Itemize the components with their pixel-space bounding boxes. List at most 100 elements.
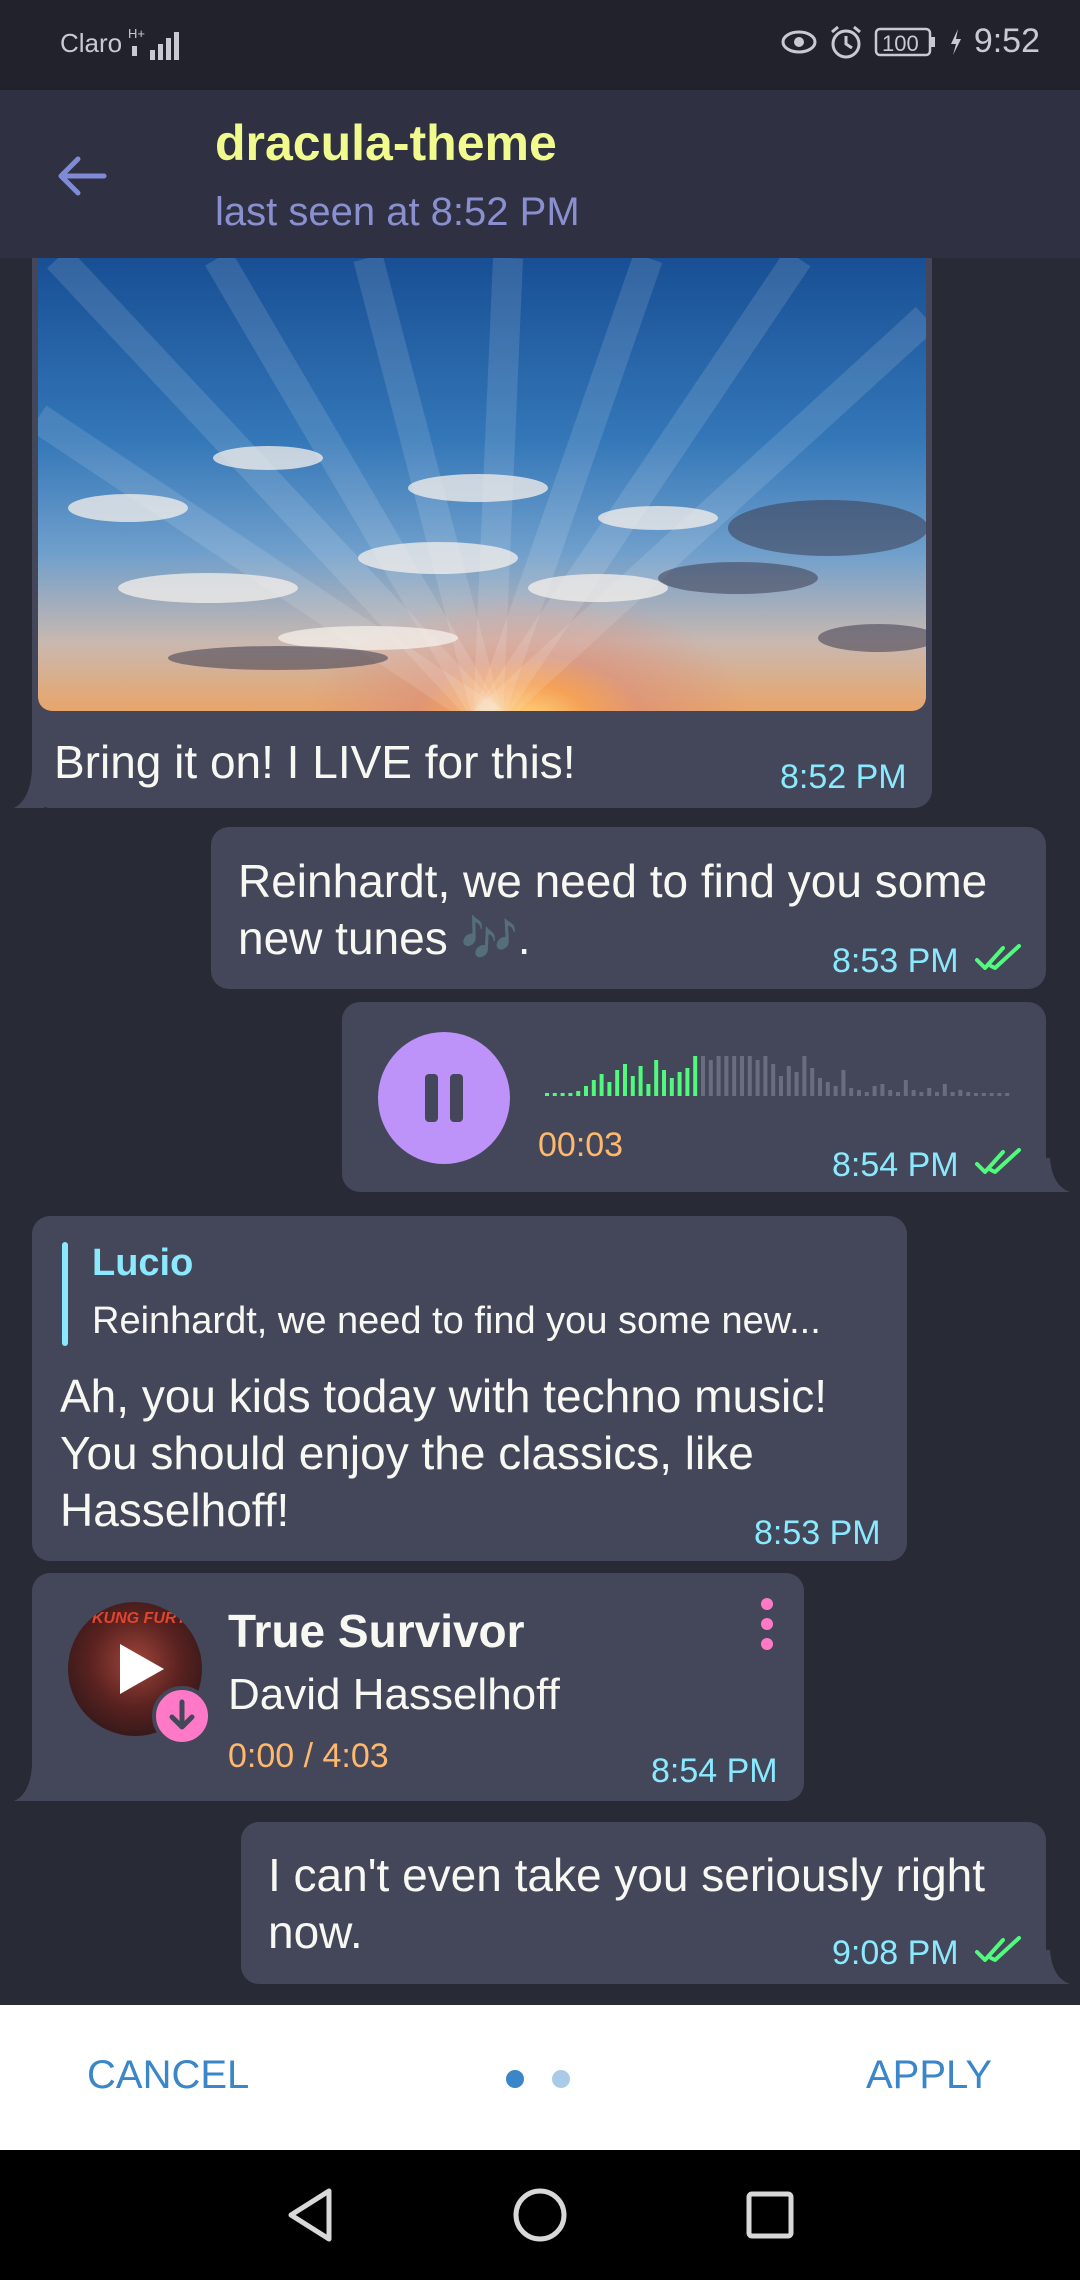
waveform-bar	[560, 1093, 565, 1096]
waveform-bar	[607, 1082, 612, 1096]
message-text-line: now.	[268, 1906, 363, 1958]
waveform-bar	[763, 1056, 768, 1096]
chat-header: dracula-theme last seen at 8:52 PM	[0, 90, 1080, 258]
waveform-bar	[981, 1093, 986, 1096]
waveform-bar	[591, 1080, 596, 1096]
status-right: 100 9:52	[780, 22, 1040, 61]
read-checkmarks-icon	[975, 1148, 1021, 1174]
back-triangle-icon[interactable]	[285, 2185, 335, 2245]
waveform-bar	[810, 1068, 815, 1096]
sun-rays	[38, 258, 926, 711]
cancel-button[interactable]: CANCEL	[87, 2053, 249, 2098]
bubble-tail	[14, 770, 44, 808]
back-button[interactable]	[52, 146, 112, 206]
waveform-bar	[654, 1060, 659, 1096]
waveform-bar	[599, 1074, 604, 1096]
waveform-bar	[701, 1056, 705, 1096]
quote-bar	[62, 1242, 68, 1346]
waveform-bar	[615, 1070, 620, 1096]
message-time: 9:08 PM	[832, 1934, 959, 1972]
signal-icon: H+	[128, 26, 179, 60]
arrow-left-icon	[58, 156, 107, 196]
read-checkmarks-icon	[975, 1936, 1021, 1962]
quote-text[interactable]: Reinhardt, we need to find you some new.…	[92, 1300, 821, 1343]
message-text-line: new tunes 🎶.	[238, 912, 531, 964]
message-text-line: You should enjoy the classics, like	[60, 1427, 754, 1479]
waveform-bar	[927, 1088, 932, 1096]
page-indicator[interactable]	[505, 2068, 575, 2090]
quote-author[interactable]: Lucio	[92, 1242, 193, 1285]
waveform-bar	[966, 1092, 971, 1096]
theme-preview-action-bar: CANCEL APPLY	[0, 2005, 1080, 2150]
battery-icon: 100	[874, 27, 935, 56]
waveform-bar	[646, 1084, 651, 1096]
status-bar: Claro H+ 100 9:52	[0, 0, 1080, 90]
waveform-bar	[732, 1056, 737, 1096]
carrier-name: Claro	[60, 28, 123, 58]
waveform-bar	[841, 1070, 846, 1096]
waveform-bar	[576, 1091, 581, 1096]
home-circle-icon[interactable]	[512, 2187, 568, 2243]
waveform-bar	[623, 1064, 627, 1096]
message-time: 8:53 PM	[754, 1514, 881, 1552]
waveform-bar	[747, 1056, 752, 1096]
waveform-bar	[802, 1056, 807, 1096]
photo-caption: Bring it on! I LIVE for this!	[54, 736, 576, 788]
waveform-bar	[677, 1072, 682, 1096]
waveform-bar	[919, 1092, 924, 1096]
waveform-bar	[997, 1093, 1002, 1096]
waveform-bar	[755, 1060, 760, 1096]
bubble-tail	[1040, 1950, 1070, 1984]
waveform-bar	[685, 1068, 690, 1096]
message-text-line: Reinhardt, we need to find you some	[238, 855, 988, 907]
read-checkmarks-icon	[975, 944, 1021, 970]
waveform-bar	[638, 1066, 643, 1096]
waveform-bar	[818, 1078, 822, 1096]
waveform-bar	[584, 1086, 588, 1096]
waveform-bar	[693, 1056, 698, 1096]
waveform-bar	[833, 1086, 838, 1096]
waveform-bar	[1005, 1093, 1010, 1096]
more-options-icon[interactable]	[752, 1596, 782, 1652]
pause-button[interactable]	[378, 1032, 510, 1164]
message-time: 8:54 PM	[651, 1752, 778, 1790]
sunset-photo[interactable]	[38, 258, 926, 711]
waveform-bar	[630, 1076, 635, 1096]
recents-square-icon[interactable]	[745, 2190, 795, 2240]
apply-button[interactable]: APPLY	[866, 2053, 992, 2098]
pause-icon	[425, 1074, 463, 1122]
waveform-bar	[716, 1056, 721, 1096]
clock: 9:52	[973, 22, 1040, 60]
bubble-tail	[14, 1766, 44, 1801]
charging-icon	[950, 28, 961, 55]
waveform-bar	[896, 1092, 900, 1096]
eye-icon	[781, 30, 817, 53]
waveform-bar	[958, 1090, 963, 1096]
waveform-bar	[903, 1080, 908, 1096]
voice-duration: 00:03	[538, 1126, 624, 1164]
download-arrow-icon	[169, 1699, 195, 1730]
waveform-bar	[662, 1070, 666, 1096]
waveform-bar	[708, 1060, 713, 1096]
waveform-bar	[872, 1086, 877, 1096]
waveform-bar	[552, 1093, 557, 1096]
track-artist: David Hasselhoff	[228, 1670, 560, 1719]
waveform-bar	[724, 1056, 729, 1096]
alarm-icon	[830, 25, 861, 58]
waveform-bar	[935, 1092, 939, 1096]
download-button[interactable]	[152, 1686, 212, 1746]
message-text-line: Hasselhoff!	[60, 1484, 290, 1536]
waveform-bar	[545, 1093, 549, 1096]
waveform-bar	[740, 1056, 744, 1096]
waveform-bar	[857, 1090, 861, 1096]
track-title: True Survivor	[228, 1605, 525, 1657]
message-text-line: Ah, you kids today with techno music!	[60, 1370, 828, 1422]
audio-waveform[interactable]	[545, 1050, 1015, 1100]
waveform-bar	[794, 1072, 799, 1096]
waveform-bar	[911, 1090, 916, 1096]
waveform-bar	[950, 1092, 955, 1096]
waveform-bar	[825, 1082, 830, 1096]
chat-title[interactable]: dracula-theme	[215, 114, 557, 172]
waveform-bar	[786, 1066, 791, 1096]
message-time: 8:53 PM	[832, 942, 959, 980]
